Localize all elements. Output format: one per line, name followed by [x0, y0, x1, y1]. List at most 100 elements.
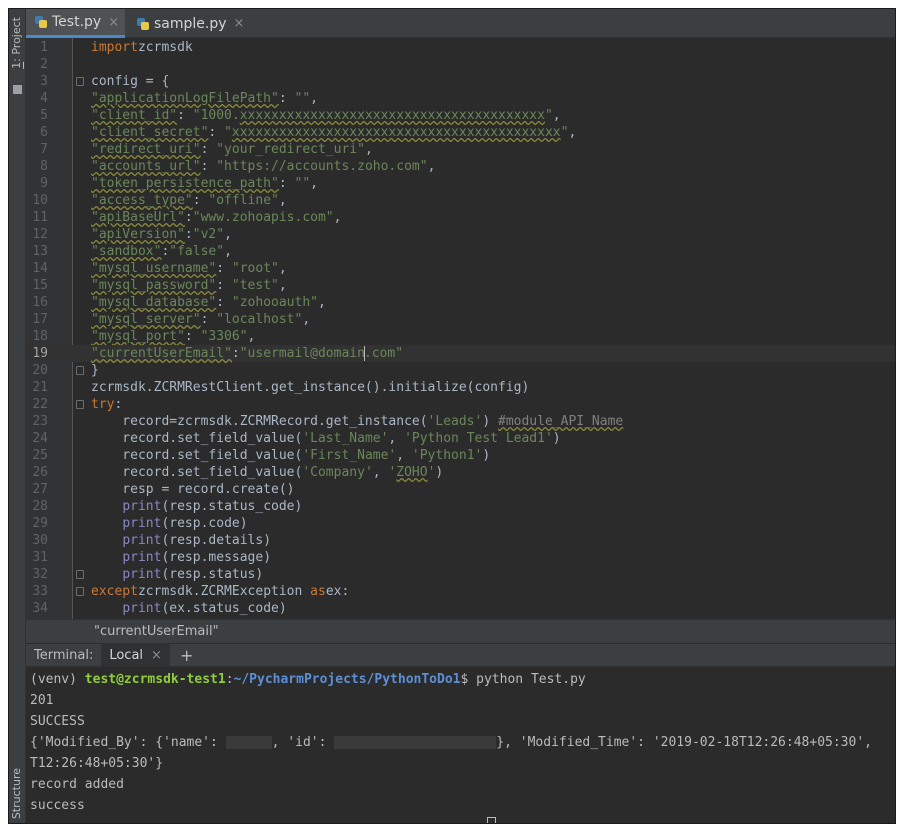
fold-marker-icon[interactable] [76, 366, 84, 375]
code-line[interactable]: 17 "mysql_server": "localhost", [26, 311, 895, 328]
code-line[interactable]: 19 "currentUserEmail":"usermail@domain.co… [26, 345, 895, 362]
code-line[interactable]: 4 "applicationLogFilePath": "", [26, 90, 895, 107]
fold-marker-icon[interactable] [76, 570, 84, 579]
code-line[interactable]: 18 "mysql_port": "3306", [26, 328, 895, 345]
code-token: : [177, 108, 193, 123]
code-line[interactable]: 3 config = { [26, 73, 895, 90]
code-token: try [91, 397, 115, 412]
code-token: "root" [231, 261, 279, 276]
code-line[interactable]: 21 zcrmsdk.ZCRMRestClient.get_instance().… [26, 379, 895, 396]
code-line[interactable]: 26 record.set_field_value('Company', 'ZO… [26, 464, 895, 481]
code-line[interactable]: 28 print(resp.status_code) [26, 498, 895, 515]
code-line[interactable]: 9 "token_persistence_path": "", [26, 175, 895, 192]
code-token: ) [435, 465, 444, 480]
code-line[interactable]: 29 print(resp.code) [26, 515, 895, 532]
code-line[interactable]: 25 record.set_field_value('First_Name', … [26, 447, 895, 464]
code-line[interactable]: 27 resp = record.create() [26, 481, 895, 498]
line-number: 25 [32, 448, 48, 463]
code-line[interactable]: 2 [26, 56, 895, 73]
folder-icon [13, 85, 22, 94]
venv-label: (venv) [30, 672, 85, 687]
code-token: print [122, 601, 162, 616]
dict-text: {'Modified_By': {'name': [30, 735, 226, 750]
code-token: , [278, 278, 287, 293]
code-line[interactable]: 14 "mysql_username": "root", [26, 260, 895, 277]
code-token: "offline" [208, 193, 279, 208]
line-number: 2 [40, 57, 48, 72]
terminal-output-line: T12:26:48+05:30'} [30, 756, 164, 771]
code-line[interactable]: 20} [26, 362, 895, 379]
tab-label: Test.py [52, 14, 102, 30]
terminal-title: Terminal: [34, 647, 94, 663]
code-line[interactable]: 13 "sandbox":"false", [26, 243, 895, 260]
code-text: "apiBaseUrl":"www.zohoapis.com", [91, 209, 341, 226]
terminal-cursor [487, 817, 496, 823]
code-token: : [208, 125, 225, 140]
close-icon[interactable]: × [234, 16, 245, 31]
project-tool-button[interactable]: 1: Project [10, 17, 23, 69]
code-token: print [122, 533, 162, 548]
code-token: config = { [91, 74, 170, 89]
close-icon[interactable]: × [151, 648, 162, 663]
code-line[interactable]: 24 record.set_field_value('Last_Name', '… [26, 430, 895, 447]
redacted-block [225, 736, 272, 749]
tab-sample-py[interactable]: sample.py × [128, 9, 250, 38]
code-token: " [224, 125, 232, 140]
code-line[interactable]: 34 print(ex.status_code) [26, 600, 895, 617]
redacted-block [334, 736, 497, 749]
tab-test-py[interactable]: Test.py × [26, 9, 126, 38]
code-line[interactable]: 32 print(resp.status) [26, 566, 895, 583]
prompt-user: test@zcrmsdk-test1 [84, 672, 226, 687]
code-line[interactable]: 8 "accounts_url": "https://accounts.zoho.… [26, 158, 895, 175]
code-line[interactable]: 31 print(resp.message) [26, 549, 895, 566]
code-token: 'Company' [302, 465, 373, 480]
code-line[interactable]: 30 print(resp.details) [26, 532, 895, 549]
structure-tool-button[interactable]: Structure [10, 768, 23, 819]
code-token: .com" [363, 346, 404, 361]
code-line[interactable]: 1 importzcrmsdk [26, 39, 895, 56]
code-line[interactable]: 16 "mysql_database": "zohooauth", [26, 294, 895, 311]
code-token: : [216, 278, 232, 293]
code-line[interactable]: 12 "apiVersion":"v2", [26, 226, 895, 243]
code-token: (resp.message) [161, 550, 272, 565]
fold-marker-icon[interactable] [76, 77, 84, 86]
code-token: "apiVersion" [91, 227, 185, 242]
code-token: , [372, 465, 389, 480]
code-text: "mysql_server": "localhost", [91, 311, 310, 328]
line-number: 33 [32, 584, 48, 599]
code-token: "mysql_port" [91, 329, 185, 344]
dict-text: , 'id': [271, 735, 335, 750]
line-number: 6 [40, 125, 48, 140]
code-line[interactable]: 10 "access_type": "offline", [26, 192, 895, 209]
code-text: "accounts_url": "https://accounts.zoho.c… [91, 158, 435, 175]
line-number: 28 [32, 499, 48, 514]
code-token: 'First_Name' [302, 448, 397, 463]
code-line[interactable]: 11 "apiBaseUrl":"www.zohoapis.com", [26, 209, 895, 226]
code-line[interactable]: 5 "client_id": "1000.xxxxxxxxxxxxxxxxxxxx… [26, 107, 895, 124]
code-line[interactable]: 15 "mysql_password": "test", [26, 277, 895, 294]
code-editor[interactable]: 1 importzcrmsdk 2 3 config = {4 "applicationL… [26, 38, 895, 619]
code-token: "1000. [192, 108, 240, 123]
close-icon[interactable]: × [108, 15, 119, 30]
code-line[interactable]: 6 "client_secret": "xxxxxxxxxxxxxxxxxxxxx… [26, 124, 895, 141]
line-number: 32 [32, 567, 48, 582]
editor-tab-bar: Test.py × sample.py × [26, 9, 895, 38]
code-token: import [91, 40, 138, 55]
code-text: "apiVersion":"v2", [91, 226, 232, 243]
terminal-output[interactable]: (venv) test@zcrmsdk-test1:~/PycharmProje… [26, 667, 895, 823]
code-line[interactable]: 33 exceptzcrmsdk.ZCRMException asex: [26, 583, 895, 600]
code-token: "client_id" [91, 108, 178, 123]
code-line[interactable]: 7 "redirect_uri": "your_redirect_uri", [26, 141, 895, 158]
code-line[interactable]: 23 record=zcrmsdk.ZCRMRecord.get_instanc… [26, 413, 895, 430]
code-text: print(resp.code) [91, 515, 247, 532]
breadcrumb[interactable]: "currentUserEmail" [26, 619, 895, 643]
prompt-path: ~/PycharmProjects/PythonToDo1 [233, 672, 461, 687]
code-token: , [552, 108, 561, 123]
fold-marker-icon[interactable] [76, 587, 84, 596]
terminal-tab-local[interactable]: Local × [101, 643, 170, 667]
code-line[interactable]: 22 try: [26, 396, 895, 413]
code-token: print [122, 567, 162, 582]
add-terminal-button[interactable]: + [170, 646, 203, 665]
terminal-prompt-line: (venv) test@zcrmsdk-test1:~/PycharmProje… [30, 669, 895, 690]
fold-marker-icon[interactable] [76, 400, 84, 409]
